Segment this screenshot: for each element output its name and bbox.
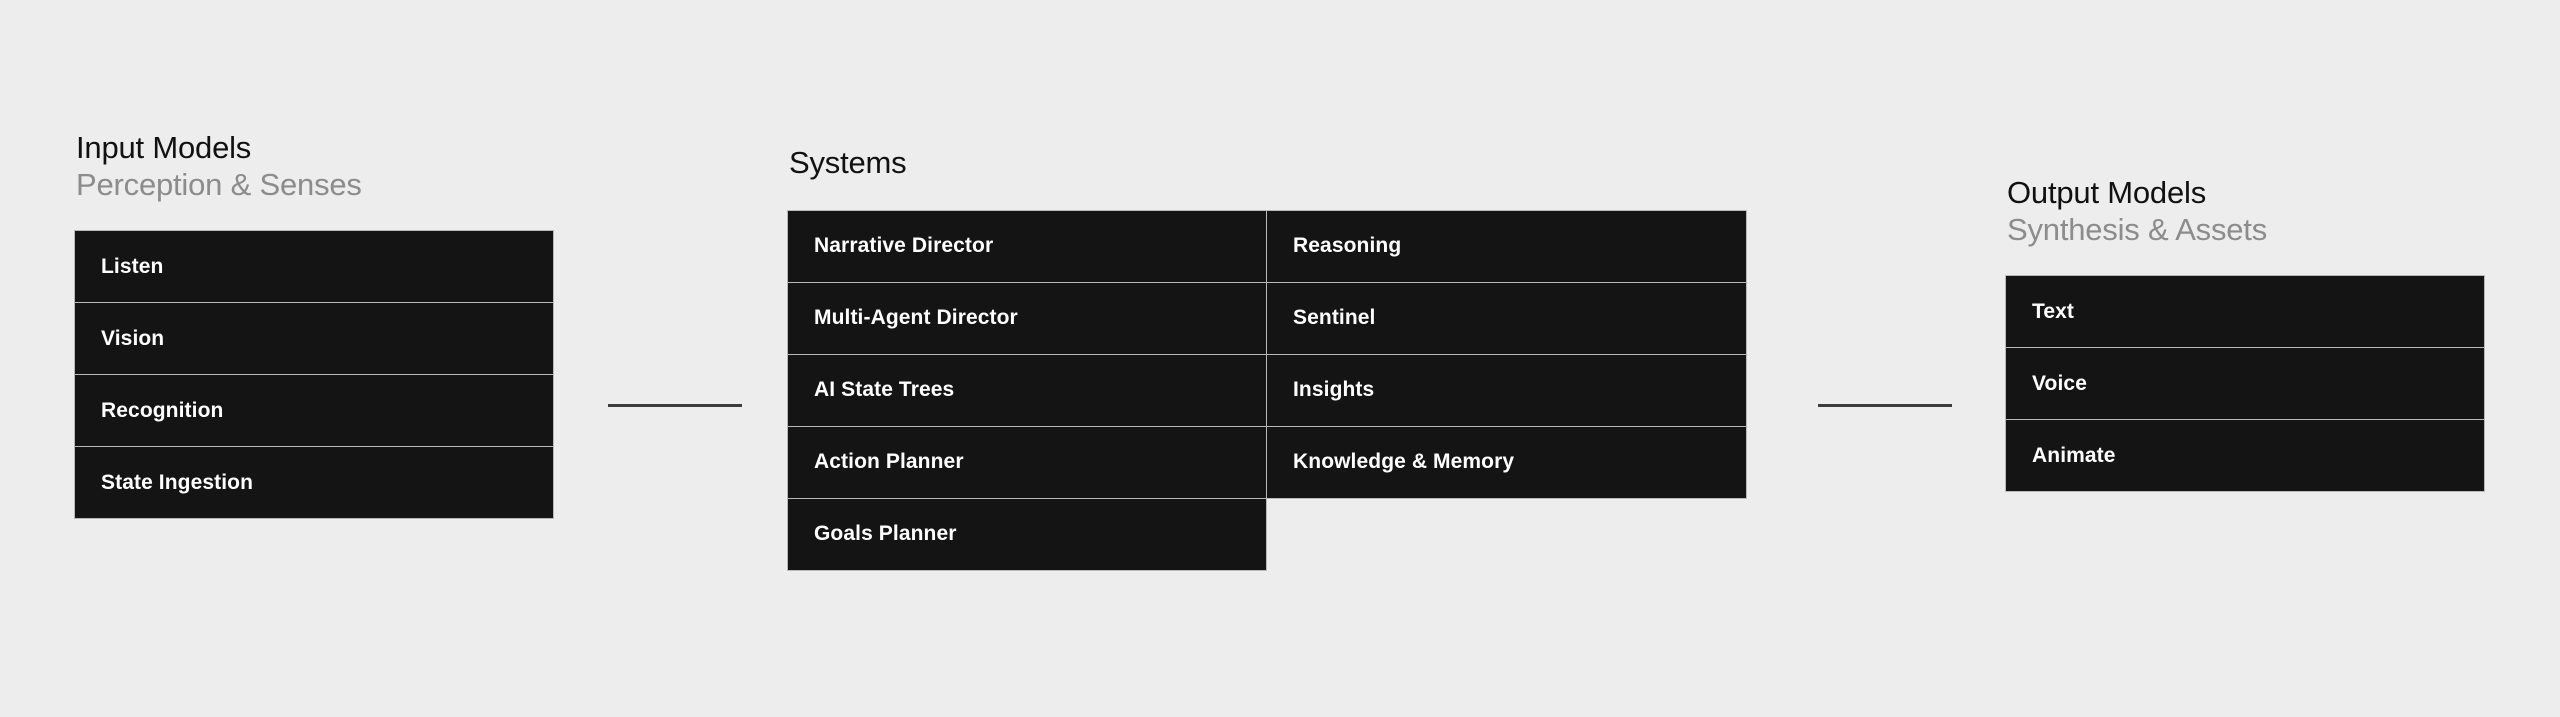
node-label: Goals Planner <box>814 522 957 546</box>
node-goals-planner[interactable]: Goals Planner <box>787 497 1267 571</box>
node-text[interactable]: Text <box>2005 275 2485 349</box>
systems-title: Systems <box>789 145 907 180</box>
connector-systems-to-output <box>1818 404 1952 407</box>
node-label: Knowledge & Memory <box>1293 450 1515 474</box>
node-label: Vision <box>101 326 165 350</box>
node-knowledge-and-memory[interactable]: Knowledge & Memory <box>1266 425 1747 499</box>
node-label: Listen <box>101 254 164 278</box>
node-recognition[interactable]: Recognition <box>74 374 554 448</box>
node-label: Text <box>2032 299 2075 323</box>
node-reasoning[interactable]: Reasoning <box>1266 209 1747 283</box>
architecture-diagram: Input Models Perception & Senses Listen … <box>0 0 2560 717</box>
node-label: Recognition <box>101 398 224 422</box>
input-models-subtitle: Perception & Senses <box>76 166 362 202</box>
connector-input-to-systems <box>608 404 742 407</box>
node-multi-agent-director[interactable]: Multi-Agent Director <box>787 281 1267 355</box>
systems-right-node-list: Reasoning Sentinel Insights Knowledge & … <box>1266 209 1747 570</box>
node-label: Animate <box>2032 443 2116 467</box>
node-animate[interactable]: Animate <box>2005 419 2485 493</box>
node-label: State Ingestion <box>101 470 254 494</box>
systems-node-grid: Narrative Director Multi-Agent Director … <box>787 209 1747 571</box>
column-input-models: Input Models Perception & Senses Listen … <box>74 130 554 520</box>
node-ai-state-trees[interactable]: AI State Trees <box>787 353 1267 427</box>
output-models-node-list: Text Voice Animate <box>2005 275 2485 493</box>
node-listen[interactable]: Listen <box>74 230 554 304</box>
node-label: Insights <box>1293 378 1375 402</box>
node-label: Reasoning <box>1293 234 1402 258</box>
node-label: Voice <box>2032 371 2087 395</box>
node-label: Narrative Director <box>814 234 994 258</box>
column-systems: Systems Narrative Director Multi-Agent D… <box>787 145 1747 571</box>
input-models-node-list: Listen Vision Recognition State Ingestio… <box>74 230 554 520</box>
node-label: Sentinel <box>1293 306 1376 330</box>
input-models-header: Input Models Perception & Senses <box>76 130 554 203</box>
node-sentinel[interactable]: Sentinel <box>1266 281 1747 355</box>
systems-header: Systems <box>789 145 1747 182</box>
node-voice[interactable]: Voice <box>2005 347 2485 421</box>
output-models-subtitle: Synthesis & Assets <box>2007 211 2268 247</box>
output-models-title: Output Models <box>2007 175 2207 210</box>
systems-left-node-list: Narrative Director Multi-Agent Director … <box>787 209 1267 571</box>
column-output-models: Output Models Synthesis & Assets Text Vo… <box>2005 175 2485 493</box>
node-label: AI State Trees <box>814 378 955 402</box>
node-insights[interactable]: Insights <box>1266 353 1747 427</box>
node-state-ingestion[interactable]: State Ingestion <box>74 446 554 520</box>
node-label: Multi-Agent Director <box>814 306 1018 330</box>
input-models-title: Input Models <box>76 130 252 165</box>
node-label: Action Planner <box>814 450 964 474</box>
node-narrative-director[interactable]: Narrative Director <box>787 209 1267 283</box>
node-action-planner[interactable]: Action Planner <box>787 425 1267 499</box>
node-vision[interactable]: Vision <box>74 302 554 376</box>
output-models-header: Output Models Synthesis & Assets <box>2007 175 2485 248</box>
